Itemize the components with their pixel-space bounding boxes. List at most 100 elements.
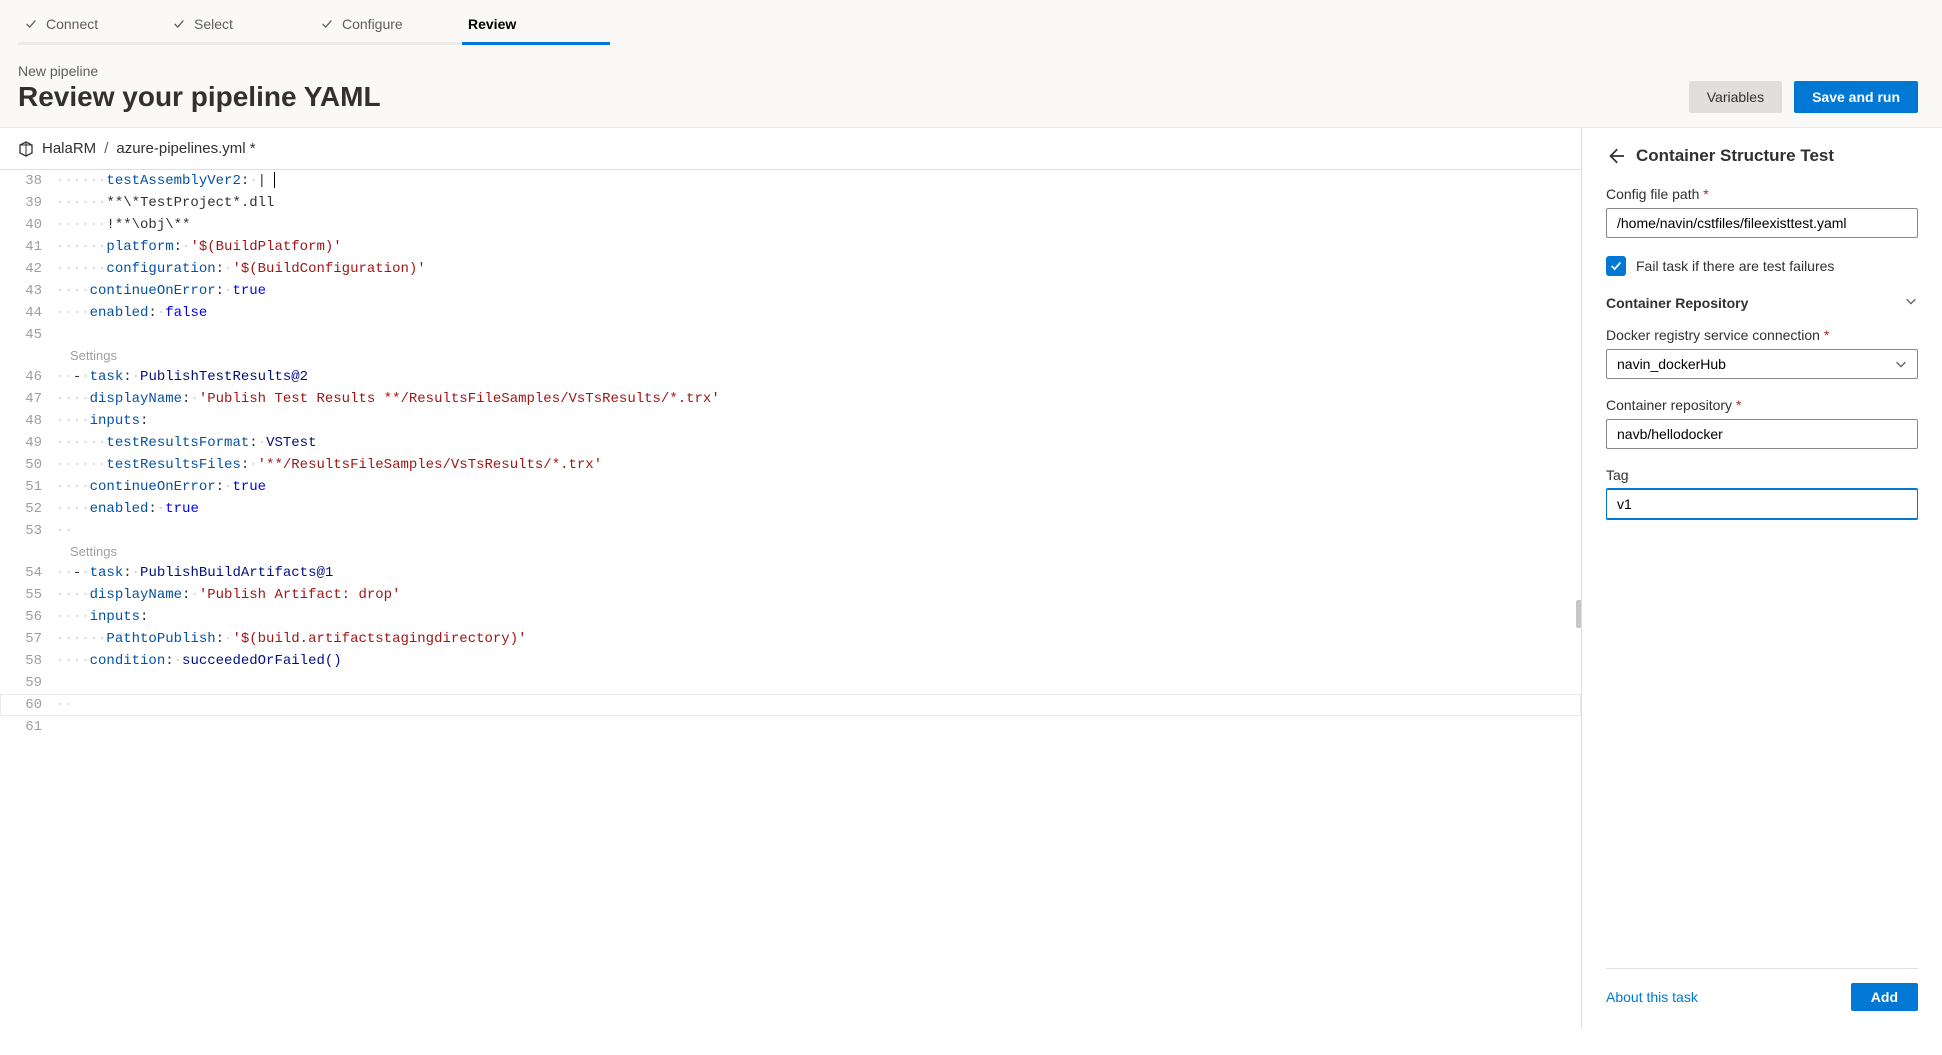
line-number: 59 xyxy=(0,672,56,694)
editor-area: HalaRM / azure-pipelines.yml * 38······t… xyxy=(0,128,1582,1029)
code-content[interactable]: ····enabled:·true xyxy=(56,498,1581,520)
check-icon xyxy=(172,17,186,31)
code-line[interactable]: 46··-·task:·PublishTestResults@2 xyxy=(0,366,1581,388)
save-and-run-button[interactable]: Save and run xyxy=(1794,81,1918,113)
code-line[interactable]: 38······testAssemblyVer2:·| xyxy=(0,170,1581,192)
line-number: 40 xyxy=(0,214,56,236)
breadcrumb-separator: / xyxy=(104,140,108,157)
code-line[interactable]: 40······!**\obj\** xyxy=(0,214,1581,236)
text-cursor xyxy=(274,172,275,188)
code-line[interactable]: 58····condition:·succeededOrFailed() xyxy=(0,650,1581,672)
code-line[interactable]: 43····continueOnError:·true xyxy=(0,280,1581,302)
code-line[interactable]: 51····continueOnError:·true xyxy=(0,476,1581,498)
breadcrumb-file: azure-pipelines.yml * xyxy=(116,140,255,157)
code-line[interactable]: 39······**\*TestProject*.dll xyxy=(0,192,1581,214)
fail-task-row: Fail task if there are test failures xyxy=(1606,256,1918,276)
back-arrow-icon[interactable] xyxy=(1606,147,1624,165)
wizard-step-select[interactable]: Select xyxy=(166,8,314,45)
breadcrumb-repo[interactable]: HalaRM xyxy=(42,140,96,157)
wizard-step-label: Connect xyxy=(46,16,98,32)
line-number: 44 xyxy=(0,302,56,324)
code-content[interactable]: ····continueOnError:·true xyxy=(56,280,1581,302)
code-content[interactable]: ·· xyxy=(56,694,1581,716)
wizard-step-review[interactable]: Review xyxy=(462,8,610,45)
code-content[interactable]: ····enabled:·false xyxy=(56,302,1581,324)
about-this-task-link[interactable]: About this task xyxy=(1606,989,1698,1005)
code-content[interactable]: ··-·task:·PublishBuildArtifacts@1 xyxy=(56,562,1581,584)
line-number: 55 xyxy=(0,584,56,606)
code-content[interactable]: ······testResultsFormat:·VSTest xyxy=(56,432,1581,454)
panel-body: Container Structure Test Config file pat… xyxy=(1606,146,1918,968)
code-content[interactable]: ······**\*TestProject*.dll xyxy=(56,192,1581,214)
codelens-settings[interactable]: Settings xyxy=(0,542,1581,562)
code-line[interactable]: 42······configuration:·'$(BuildConfigura… xyxy=(0,258,1581,280)
check-icon xyxy=(24,17,38,31)
line-number: 43 xyxy=(0,280,56,302)
page-title: Review your pipeline YAML xyxy=(18,81,381,113)
code-content[interactable] xyxy=(56,672,1581,694)
code-content[interactable]: ······testResultsFiles:·'**/ResultsFileS… xyxy=(56,454,1581,476)
code-editor[interactable]: 38······testAssemblyVer2:·| 39······**\*… xyxy=(0,170,1581,1029)
line-number: 47 xyxy=(0,388,56,410)
line-number: 57 xyxy=(0,628,56,650)
wizard-step-connect[interactable]: Connect xyxy=(18,8,166,45)
wizard-steps: Connect SelectConfigureReview xyxy=(0,0,1942,45)
code-content[interactable]: ····inputs: xyxy=(56,606,1581,628)
registry-connection-label: Docker registry service connection * xyxy=(1606,327,1918,343)
code-line[interactable]: 57······PathtoPublish:·'$(build.artifact… xyxy=(0,628,1581,650)
code-content[interactable]: ······PathtoPublish:·'$(build.artifactst… xyxy=(56,628,1581,650)
code-content[interactable] xyxy=(56,716,1581,738)
code-line[interactable]: 44····enabled:·false xyxy=(0,302,1581,324)
code-content[interactable]: ······!**\obj\** xyxy=(56,214,1581,236)
title-actions: Variables Save and run xyxy=(1689,81,1918,113)
line-number: 53 xyxy=(0,520,56,542)
code-line[interactable]: 50······testResultsFiles:·'**/ResultsFil… xyxy=(0,454,1581,476)
container-repository-label: Container repository * xyxy=(1606,397,1918,413)
tag-input[interactable] xyxy=(1606,489,1918,519)
code-content[interactable] xyxy=(56,324,1581,346)
fail-task-checkbox[interactable] xyxy=(1606,256,1626,276)
repo-icon xyxy=(18,141,34,157)
variables-button[interactable]: Variables xyxy=(1689,81,1782,113)
check-icon xyxy=(320,17,334,31)
code-line[interactable]: 41······platform:·'$(BuildPlatform)' xyxy=(0,236,1581,258)
code-line[interactable]: 47····displayName:·'Publish Test Results… xyxy=(0,388,1581,410)
line-number: 58 xyxy=(0,650,56,672)
container-repository-section[interactable]: Container Repository xyxy=(1606,294,1918,311)
code-line[interactable]: 52····enabled:·true xyxy=(0,498,1581,520)
breadcrumb: HalaRM / azure-pipelines.yml * xyxy=(0,128,1581,170)
code-line[interactable]: 55····displayName:·'Publish Artifact: dr… xyxy=(0,584,1581,606)
code-content[interactable]: ····condition:·succeededOrFailed() xyxy=(56,650,1581,672)
code-content[interactable]: ····inputs: xyxy=(56,410,1581,432)
code-line[interactable]: 56····inputs: xyxy=(0,606,1581,628)
fail-task-label: Fail task if there are test failures xyxy=(1636,258,1834,274)
code-content[interactable]: ······platform:·'$(BuildPlatform)' xyxy=(56,236,1581,258)
code-content[interactable]: ····continueOnError:·true xyxy=(56,476,1581,498)
code-line[interactable]: 61 xyxy=(0,716,1581,738)
config-path-input[interactable] xyxy=(1606,208,1918,238)
registry-connection-select[interactable] xyxy=(1606,349,1918,379)
code-line[interactable]: 60·· xyxy=(0,694,1581,716)
header-area: Connect SelectConfigureReview New pipelin… xyxy=(0,0,1942,128)
code-line[interactable]: 49······testResultsFormat:·VSTest xyxy=(0,432,1581,454)
code-line[interactable]: 59 xyxy=(0,672,1581,694)
code-content[interactable]: ····displayName:·'Publish Test Results *… xyxy=(56,388,1581,410)
code-content[interactable]: ······testAssemblyVer2:·| xyxy=(56,170,1581,192)
wizard-step-configure[interactable]: Configure xyxy=(314,8,462,45)
line-number: 42 xyxy=(0,258,56,280)
code-line[interactable]: 48····inputs: xyxy=(0,410,1581,432)
codelens-settings[interactable]: Settings xyxy=(0,346,1581,366)
code-line[interactable]: 45 xyxy=(0,324,1581,346)
code-content[interactable]: ····displayName:·'Publish Artifact: drop… xyxy=(56,584,1581,606)
line-number: 39 xyxy=(0,192,56,214)
code-line[interactable]: 53·· xyxy=(0,520,1581,542)
code-content[interactable]: ·· xyxy=(56,520,1581,542)
title-row: New pipeline Review your pipeline YAML V… xyxy=(0,45,1942,127)
add-button[interactable]: Add xyxy=(1851,983,1918,1011)
code-content[interactable]: ······configuration:·'$(BuildConfigurati… xyxy=(56,258,1581,280)
container-repository-input[interactable] xyxy=(1606,419,1918,449)
code-content[interactable]: ··-·task:·PublishTestResults@2 xyxy=(56,366,1581,388)
code-line[interactable]: 54··-·task:·PublishBuildArtifacts@1 xyxy=(0,562,1581,584)
line-number: 61 xyxy=(0,716,56,738)
chevron-down-icon xyxy=(1904,294,1918,311)
